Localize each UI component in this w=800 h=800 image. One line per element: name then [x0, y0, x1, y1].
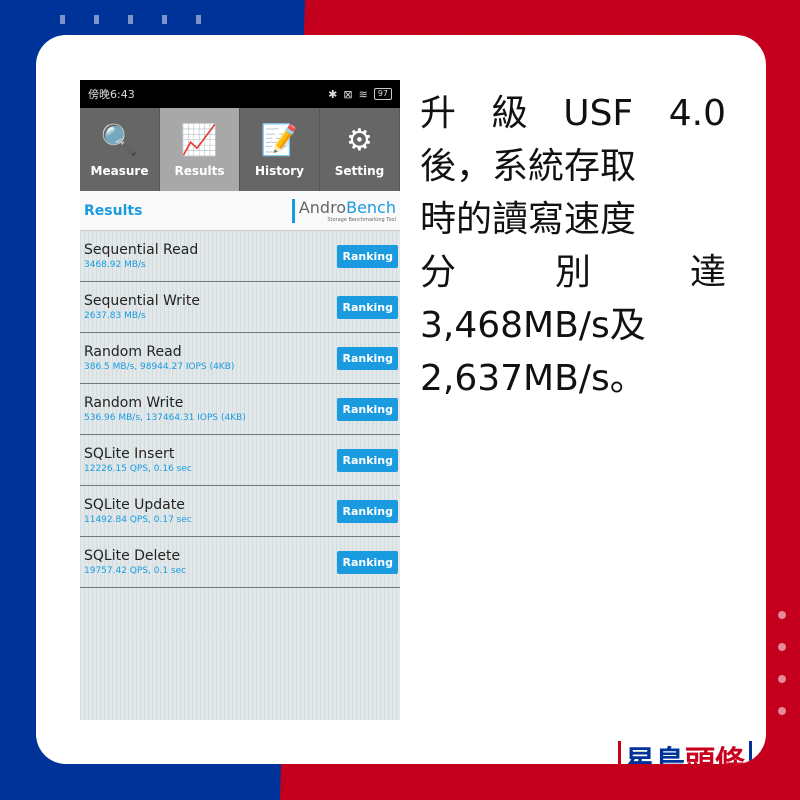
- ranking-button[interactable]: Ranking: [337, 346, 398, 370]
- row-value: 12226.15 QPS, 0.16 sec: [84, 464, 192, 474]
- phone-screenshot: 傍晚6:43 ✱ ⊠ ≋ 97 🔍 Measure 📈 Results 📝 Histo…: [80, 80, 400, 720]
- logo-text-a: Andro: [298, 197, 347, 217]
- decor-dots-side: [778, 611, 786, 715]
- headline-line: 時的讀寫速度: [420, 199, 637, 240]
- row-value: 11492.84 QPS, 0.17 sec: [84, 515, 192, 525]
- row-name: SQLite Update: [84, 497, 185, 513]
- row-name: Sequential Write: [84, 293, 201, 309]
- ranking-button[interactable]: Ranking: [337, 499, 398, 523]
- row-name: Sequential Read: [84, 242, 199, 258]
- row-text: Random Write 536.96 MB/s, 137464.31 IOPS…: [84, 394, 246, 424]
- row-text: SQLite Delete 19757.42 QPS, 0.1 sec: [84, 547, 186, 577]
- row-name: Random Read: [84, 344, 182, 360]
- headline-word: USF: [563, 93, 634, 134]
- tab-label: Measure: [90, 163, 149, 178]
- androbench-logo: AndroBench Storage Benchmarking Tool: [291, 197, 396, 223]
- table-row: Random Write 536.96 MB/s, 137464.31 IOPS…: [80, 384, 400, 435]
- row-text: Sequential Read 3468.92 MB/s: [84, 241, 198, 271]
- headline-word: 別: [554, 252, 591, 293]
- headline-word: 級: [491, 93, 528, 134]
- headline-line: 2,637MB/s。: [420, 358, 646, 399]
- results-list: Sequential Read 3468.92 MB/s Ranking Seq…: [80, 231, 400, 588]
- headline-word: 分: [420, 252, 457, 293]
- row-value: 19757.42 QPS, 0.1 sec: [84, 566, 187, 576]
- row-name: Random Write: [84, 395, 184, 411]
- tab-setting[interactable]: ⚙ Setting: [320, 108, 400, 191]
- headline-word: 升: [420, 93, 457, 134]
- table-row: Random Read 386.5 MB/s, 98944.27 IOPS (4…: [80, 333, 400, 384]
- search-icon: 🔍: [100, 122, 139, 158]
- chart-icon: 📈: [180, 122, 219, 158]
- headline-line: 後，系統存取: [420, 146, 637, 187]
- tab-measure[interactable]: 🔍 Measure: [80, 108, 160, 191]
- ranking-button[interactable]: Ranking: [337, 295, 398, 319]
- ranking-button[interactable]: Ranking: [337, 550, 398, 574]
- results-header: Results AndroBench Storage Benchmarking …: [80, 191, 400, 231]
- table-row: SQLite Delete 19757.42 QPS, 0.1 sec Rank…: [80, 537, 400, 588]
- headline-text: 升級 USF 4.0 後，系統存取 時的讀寫速度分 別 達 3,468MB/s及 2,637MB…: [420, 87, 726, 405]
- status-time: 傍晚6:43: [88, 88, 135, 101]
- table-row: Sequential Write 2637.83 MB/s Ranking: [80, 282, 400, 333]
- tab-label: Results: [174, 163, 225, 178]
- tab-label: History: [254, 163, 305, 178]
- row-text: SQLite Insert 12226.15 QPS, 0.16 sec: [84, 445, 192, 475]
- brand-part2: 頭條: [685, 745, 745, 764]
- row-value: 536.96 MB/s, 137464.31 IOPS (4KB): [84, 413, 246, 423]
- tab-label: Setting: [334, 163, 385, 178]
- content-card: 傍晚6:43 ✱ ⊠ ≋ 97 🔍 Measure 📈 Results 📝 Histo…: [36, 35, 766, 764]
- brand-logo: 星島 頭條: [618, 741, 752, 764]
- brand-part1: 星島: [625, 745, 685, 764]
- row-value: 386.5 MB/s, 98944.27 IOPS (4KB): [84, 362, 235, 372]
- results-title: Results: [84, 202, 143, 219]
- document-icon: 📝: [260, 122, 299, 158]
- gear-icon: ⚙: [346, 122, 373, 158]
- table-row: Sequential Read 3468.92 MB/s Ranking: [80, 231, 400, 282]
- logo-text-b: Bench: [346, 197, 396, 217]
- logo-subtitle: Storage Benchmarking Tool: [327, 216, 396, 223]
- row-value: 2637.83 MB/s: [84, 311, 146, 321]
- table-row: SQLite Update 11492.84 QPS, 0.17 sec Ran…: [80, 486, 400, 537]
- status-bar: 傍晚6:43 ✱ ⊠ ≋ 97: [80, 80, 400, 108]
- headline-line: 3,468MB/s及: [420, 305, 646, 346]
- headline-line: 升級 USF 4.0: [420, 87, 726, 140]
- row-text: Random Read 386.5 MB/s, 98944.27 IOPS (4…: [84, 343, 234, 373]
- headline-word: 4.0: [668, 93, 726, 134]
- tab-results[interactable]: 📈 Results: [160, 108, 240, 191]
- row-name: SQLite Delete: [84, 548, 181, 564]
- tab-history[interactable]: 📝 History: [240, 108, 320, 191]
- row-text: Sequential Write 2637.83 MB/s: [84, 292, 200, 322]
- ranking-button[interactable]: Ranking: [337, 244, 398, 268]
- battery-icon: 97: [373, 88, 392, 100]
- bluetooth-icon: ✱: [328, 87, 338, 101]
- sim-icon: ⊠: [343, 87, 353, 101]
- ranking-button[interactable]: Ranking: [337, 397, 398, 421]
- decor-dots-top: [60, 15, 201, 24]
- row-name: SQLite Insert: [84, 446, 175, 462]
- ranking-button[interactable]: Ranking: [337, 448, 398, 472]
- nav-bar: 🔍 Measure 📈 Results 📝 History ⚙ Setting: [80, 108, 400, 191]
- wifi-icon: ≋: [358, 87, 368, 101]
- headline-line: 分別達: [420, 246, 726, 299]
- row-text: SQLite Update 11492.84 QPS, 0.17 sec: [84, 496, 192, 526]
- table-row: SQLite Insert 12226.15 QPS, 0.16 sec Ran…: [80, 435, 400, 486]
- row-value: 3468.92 MB/s: [84, 260, 146, 270]
- headline-word: 達: [689, 252, 726, 293]
